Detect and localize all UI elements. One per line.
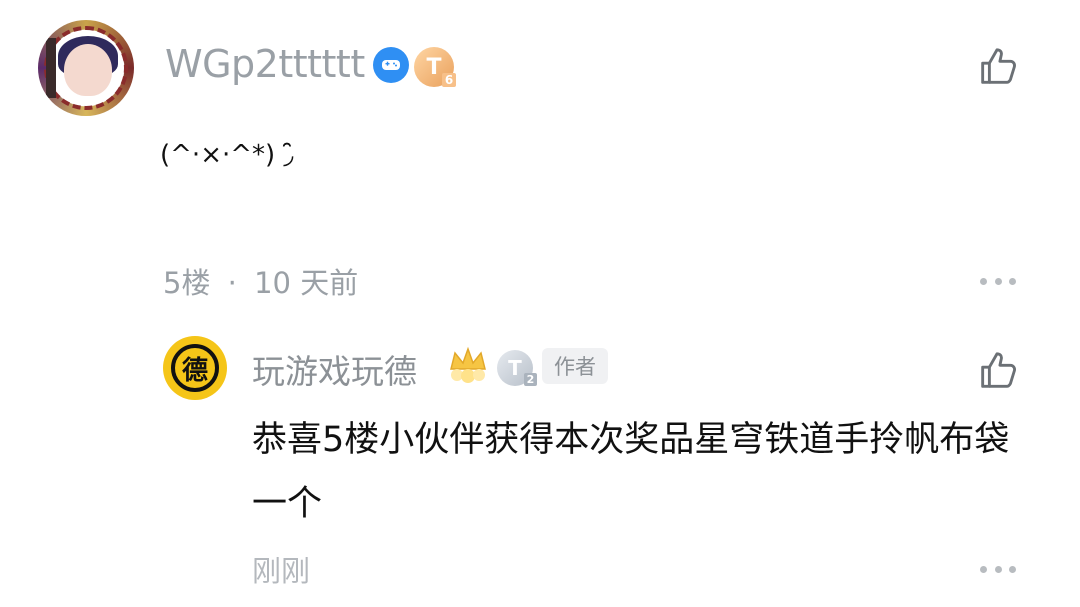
crown-icon [450, 346, 486, 383]
comment-meta: 5楼 · 10 天前 [163, 260, 358, 302]
reply-level-badge-label: T [508, 356, 522, 380]
username[interactable]: WGp2tttttt [165, 42, 365, 86]
comment-text: (^·×·^*) ◞̑̑ [160, 140, 294, 170]
level-badge-label: T [426, 54, 442, 80]
reply-avatar-char: 德 [171, 344, 219, 392]
floor-number: 5楼 [163, 266, 211, 300]
like-button[interactable] [975, 44, 1021, 90]
reply-text: 恭喜5楼小伙伴获得本次奖品星穹铁道手拎帆布袋一个 [252, 420, 1010, 524]
reply-avatar[interactable]: 德 [163, 336, 227, 400]
reply-username[interactable]: 玩游戏玩德 [252, 345, 417, 393]
user-avatar[interactable] [38, 20, 134, 116]
level-badge-sub: 6 [442, 73, 456, 87]
gamepad-icon [373, 47, 409, 83]
meta-separator: · [227, 266, 237, 300]
reply-time: 刚刚 [252, 554, 311, 588]
more-dots-icon[interactable] [980, 276, 1016, 286]
level-badge: T 6 [414, 47, 456, 87]
comment-time: 10 天前 [254, 266, 359, 300]
reply-level-badge-sub: 2 [524, 373, 537, 386]
reply-more-dots-icon[interactable] [980, 564, 1016, 574]
reply-like-button[interactable] [975, 348, 1021, 394]
reply-level-badge: T 2 [497, 350, 537, 386]
author-tag: 作者 [542, 348, 608, 384]
